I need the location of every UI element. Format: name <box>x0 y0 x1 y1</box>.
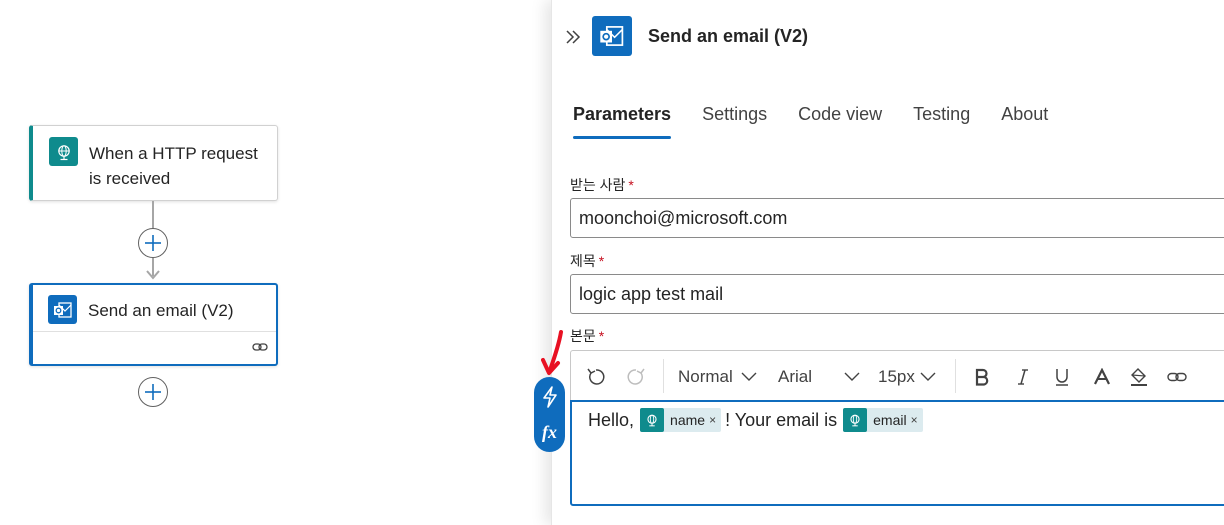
tab-testing[interactable]: Testing <box>913 104 970 139</box>
http-globe-icon <box>49 137 78 166</box>
remove-token-button[interactable]: × <box>911 413 923 427</box>
trigger-node-card[interactable]: When a HTTP request is received <box>29 125 278 201</box>
dynamic-token-name[interactable]: name × <box>640 408 722 432</box>
designer-root: When a HTTP request is received Send an … <box>0 0 1224 525</box>
redo-icon <box>627 368 645 385</box>
tab-about[interactable]: About <box>1001 104 1048 139</box>
font-size-value: 15px <box>878 367 915 386</box>
italic-icon <box>1018 369 1028 385</box>
token-label: name <box>670 412 706 428</box>
workflow-canvas[interactable]: When a HTTP request is received Send an … <box>0 0 552 525</box>
highlight-color-button[interactable] <box>1129 351 1149 403</box>
connector-line <box>152 201 154 229</box>
to-field-label: 받는 사람 * <box>570 175 634 195</box>
outlook-icon <box>48 295 77 324</box>
function-fx-icon: fx <box>542 421 557 442</box>
font-color-icon <box>1094 368 1110 385</box>
block-format-value: Normal <box>678 367 733 386</box>
font-color-button[interactable] <box>1093 351 1111 403</box>
tab-parameters[interactable]: Parameters <box>573 104 672 139</box>
font-family-dropdown[interactable]: Arial <box>778 351 860 403</box>
subject-field-label: 제목 * <box>570 251 604 271</box>
plus-icon <box>145 235 161 251</box>
remove-token-button[interactable]: × <box>709 413 721 427</box>
font-family-value: Arial <box>778 367 813 386</box>
body-text-line: Hello, name × ! Your email is email × <box>588 408 927 432</box>
panel-tabs: Parameters Settings Code view Testing Ab… <box>573 104 1079 139</box>
subject-input[interactable] <box>570 274 1224 314</box>
dynamic-token-email[interactable]: email × <box>843 408 923 432</box>
to-label-text: 받는 사람 <box>570 177 626 193</box>
font-size-dropdown[interactable]: 15px <box>878 351 936 403</box>
insert-content-button-group: fx <box>534 377 565 452</box>
tab-settings[interactable]: Settings <box>702 104 767 139</box>
annotation-arrow-icon <box>541 330 563 375</box>
required-marker: * <box>598 253 605 269</box>
to-input[interactable] <box>570 198 1224 238</box>
tab-code-view[interactable]: Code view <box>798 104 882 139</box>
trigger-node-title: When a HTTP request is received <box>89 144 258 188</box>
body-editor-content[interactable]: Hello, name × ! Your email is email × <box>570 400 1224 506</box>
redo-button[interactable] <box>625 351 647 403</box>
editor-toolbar: Normal Arial 15px <box>570 350 1224 402</box>
connector-arrow-icon <box>146 270 160 280</box>
http-globe-icon <box>843 408 868 432</box>
dynamic-content-button[interactable] <box>534 379 565 415</box>
underline-icon <box>1056 369 1068 386</box>
action-node-card[interactable]: Send an email (V2) <box>29 283 278 366</box>
undo-icon <box>587 368 605 385</box>
link-icon <box>1167 372 1187 382</box>
collapse-panel-button[interactable] <box>562 26 584 48</box>
italic-button[interactable] <box>1016 351 1030 403</box>
bold-button[interactable] <box>974 351 990 403</box>
chevron-down-icon <box>741 372 757 381</box>
insert-link-button[interactable] <box>1167 351 1187 403</box>
add-step-button[interactable] <box>138 377 168 407</box>
expression-editor-button[interactable]: fx <box>534 414 565 450</box>
outlook-icon <box>592 16 632 56</box>
body-label-text: 본문 <box>570 328 596 344</box>
body-rich-text-editor: Normal Arial 15px Hello, name × ! Your e… <box>570 350 1224 506</box>
action-node-title: Send an email (V2) <box>88 301 234 320</box>
toolbar-divider <box>955 359 956 393</box>
block-format-dropdown[interactable]: Normal <box>678 351 757 403</box>
plus-icon <box>145 384 161 400</box>
subject-label-text: 제목 <box>570 253 596 269</box>
double-chevron-right-icon <box>566 30 581 44</box>
body-text-segment: Hello, <box>588 409 635 430</box>
http-globe-icon <box>640 408 665 432</box>
lightning-bolt-icon <box>542 386 557 408</box>
chevron-down-icon <box>844 372 860 381</box>
body-text-segment: ! Your email is <box>725 409 838 430</box>
paint-bucket-icon <box>1131 368 1147 386</box>
underline-button[interactable] <box>1054 351 1070 403</box>
required-marker: * <box>598 328 605 344</box>
link-icon[interactable] <box>252 340 268 354</box>
toolbar-divider <box>663 359 664 393</box>
body-field-label: 본문 * <box>570 326 604 346</box>
panel-title: Send an email (V2) <box>648 26 809 46</box>
action-node-footer <box>33 331 276 364</box>
bold-icon <box>975 368 989 386</box>
insert-step-button[interactable] <box>138 228 168 258</box>
token-label: email <box>873 412 907 428</box>
required-marker: * <box>628 177 634 193</box>
undo-button[interactable] <box>585 351 607 403</box>
action-details-panel: Send an email (V2) Parameters Settings C… <box>551 0 1224 525</box>
chevron-down-icon <box>920 372 936 381</box>
